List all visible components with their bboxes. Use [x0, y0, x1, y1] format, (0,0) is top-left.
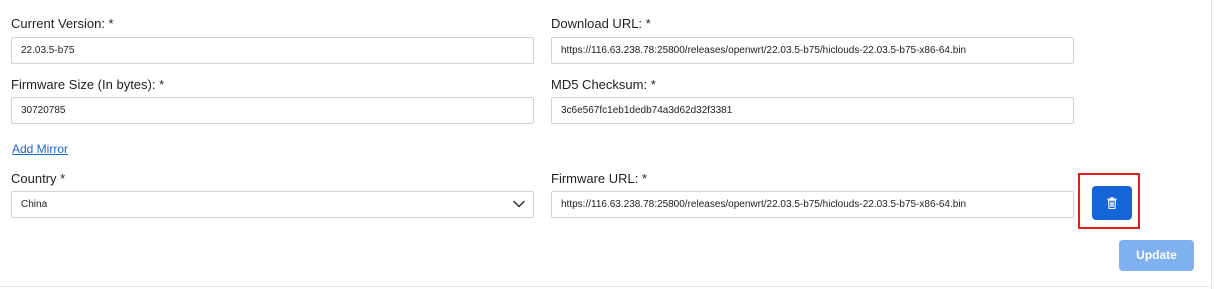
download-url-input[interactable]: https://116.63.238.78:25800/releases/ope…: [551, 37, 1074, 64]
country-label: Country *: [11, 171, 66, 186]
delete-mirror-button[interactable]: [1092, 186, 1132, 220]
country-select[interactable]: China: [11, 191, 534, 218]
firmware-form: Current Version: * 22.03.5-b75 Download …: [0, 0, 1216, 289]
md5-checksum-input[interactable]: 3c6e567fc1eb1dedb74a3d62d32f3381: [551, 97, 1074, 124]
country-select-value: China: [21, 199, 48, 210]
current-version-input[interactable]: 22.03.5-b75: [11, 37, 534, 64]
md5-checksum-label: MD5 Checksum: *: [551, 77, 656, 92]
download-url-label: Download URL: *: [551, 16, 651, 31]
chevron-down-icon: [513, 200, 525, 208]
firmware-size-input[interactable]: 30720785: [11, 97, 534, 124]
add-mirror-link[interactable]: Add Mirror: [12, 142, 68, 156]
firmware-url-input[interactable]: https://116.63.238.78:25800/releases/ope…: [551, 191, 1074, 218]
current-version-label: Current Version: *: [11, 16, 114, 31]
firmware-url-label: Firmware URL: *: [551, 171, 648, 186]
firmware-size-label: Firmware Size (In bytes): *: [11, 77, 165, 92]
update-button[interactable]: Update: [1119, 240, 1194, 271]
frame-divider-right: [1211, 0, 1212, 289]
frame-divider-bottom: [0, 286, 1212, 287]
trash-icon: [1107, 197, 1117, 209]
